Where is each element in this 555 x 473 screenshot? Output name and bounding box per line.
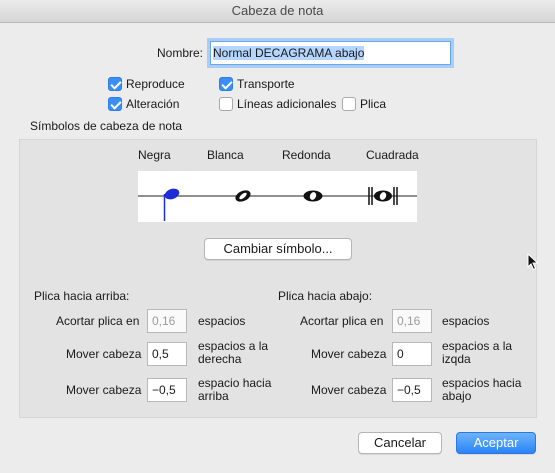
symbols-section-label: Símbolos de cabeza de nota — [30, 119, 183, 133]
staff-preview-svg — [138, 187, 417, 221]
notehead-preview — [138, 171, 417, 222]
change-symbol-button[interactable]: Cambiar símbolo... — [204, 238, 352, 260]
stem-up-shorten-input[interactable]: 0,16 — [147, 309, 187, 333]
stem-down-move-h-input[interactable]: 0 — [392, 342, 432, 366]
transpose-label: Transporte — [237, 77, 295, 91]
name-input[interactable]: Normal DECAGRAMA abajo — [210, 41, 451, 65]
header-negra: Negra — [138, 148, 171, 162]
stem-up-move-v-unit: espacio hacia arriba — [198, 376, 272, 403]
stem-up-shorten-unit: espacios — [198, 314, 246, 328]
stem-down-move-h-unit: espacios a la izqda — [442, 339, 513, 366]
header-blanca: Blanca — [207, 148, 244, 162]
stem-up-move-h-input[interactable]: 0,5 — [147, 342, 187, 366]
mouse-pointer-icon — [527, 253, 539, 271]
accidental-label: Alteración — [126, 97, 180, 111]
stem-down-move-v-input[interactable]: −0,5 — [392, 378, 432, 402]
notehead-negra[interactable] — [163, 187, 181, 221]
header-cuadrada: Cuadrada — [366, 148, 419, 162]
notehead-blanca[interactable] — [234, 188, 253, 204]
stem-down-move-v-unit: espacios hacia abajo — [442, 376, 522, 403]
ledger-lines-checkbox[interactable] — [219, 97, 233, 111]
stem-up-title: Plica hacia arriba: — [34, 289, 130, 303]
stem-up-move-h-label: Mover cabeza — [66, 347, 142, 361]
stem-up-move-h-unit: espacios a la derecha — [198, 339, 269, 366]
stem-down-shorten-input[interactable]: 0,16 — [392, 309, 432, 333]
name-label: Nombre: — [157, 46, 204, 60]
window-title: Cabeza de nota — [0, 0, 555, 23]
stem-down-move-v-label: Mover cabeza — [311, 383, 387, 397]
cancel-button[interactable]: Cancelar — [358, 432, 442, 454]
stem-checkbox[interactable] — [342, 97, 356, 111]
stem-up-move-v-input[interactable]: −0,5 — [147, 378, 187, 402]
stem-down-title: Plica hacia abajo: — [278, 289, 373, 303]
notehead-redonda[interactable] — [303, 190, 323, 202]
reproduce-checkbox[interactable] — [108, 77, 122, 91]
stem-up-move-v-label: Mover cabeza — [66, 383, 142, 397]
ok-button[interactable]: Aceptar — [456, 432, 536, 454]
reproduce-label: Reproduce — [126, 77, 185, 91]
stem-label: Plica — [360, 97, 387, 111]
stem-down-shorten-label: Acortar plica en — [300, 314, 384, 328]
accidental-checkbox[interactable] — [108, 97, 122, 111]
ledger-lines-label: Líneas adicionales — [237, 97, 337, 111]
stem-down-move-h-label: Mover cabeza — [311, 347, 387, 361]
name-input-value: Normal DECAGRAMA abajo — [213, 46, 365, 60]
stem-down-shorten-unit: espacios — [442, 314, 490, 328]
header-redonda: Redonda — [282, 148, 331, 162]
transpose-checkbox[interactable] — [219, 77, 233, 91]
stem-up-shorten-label: Acortar plica en — [56, 314, 140, 328]
